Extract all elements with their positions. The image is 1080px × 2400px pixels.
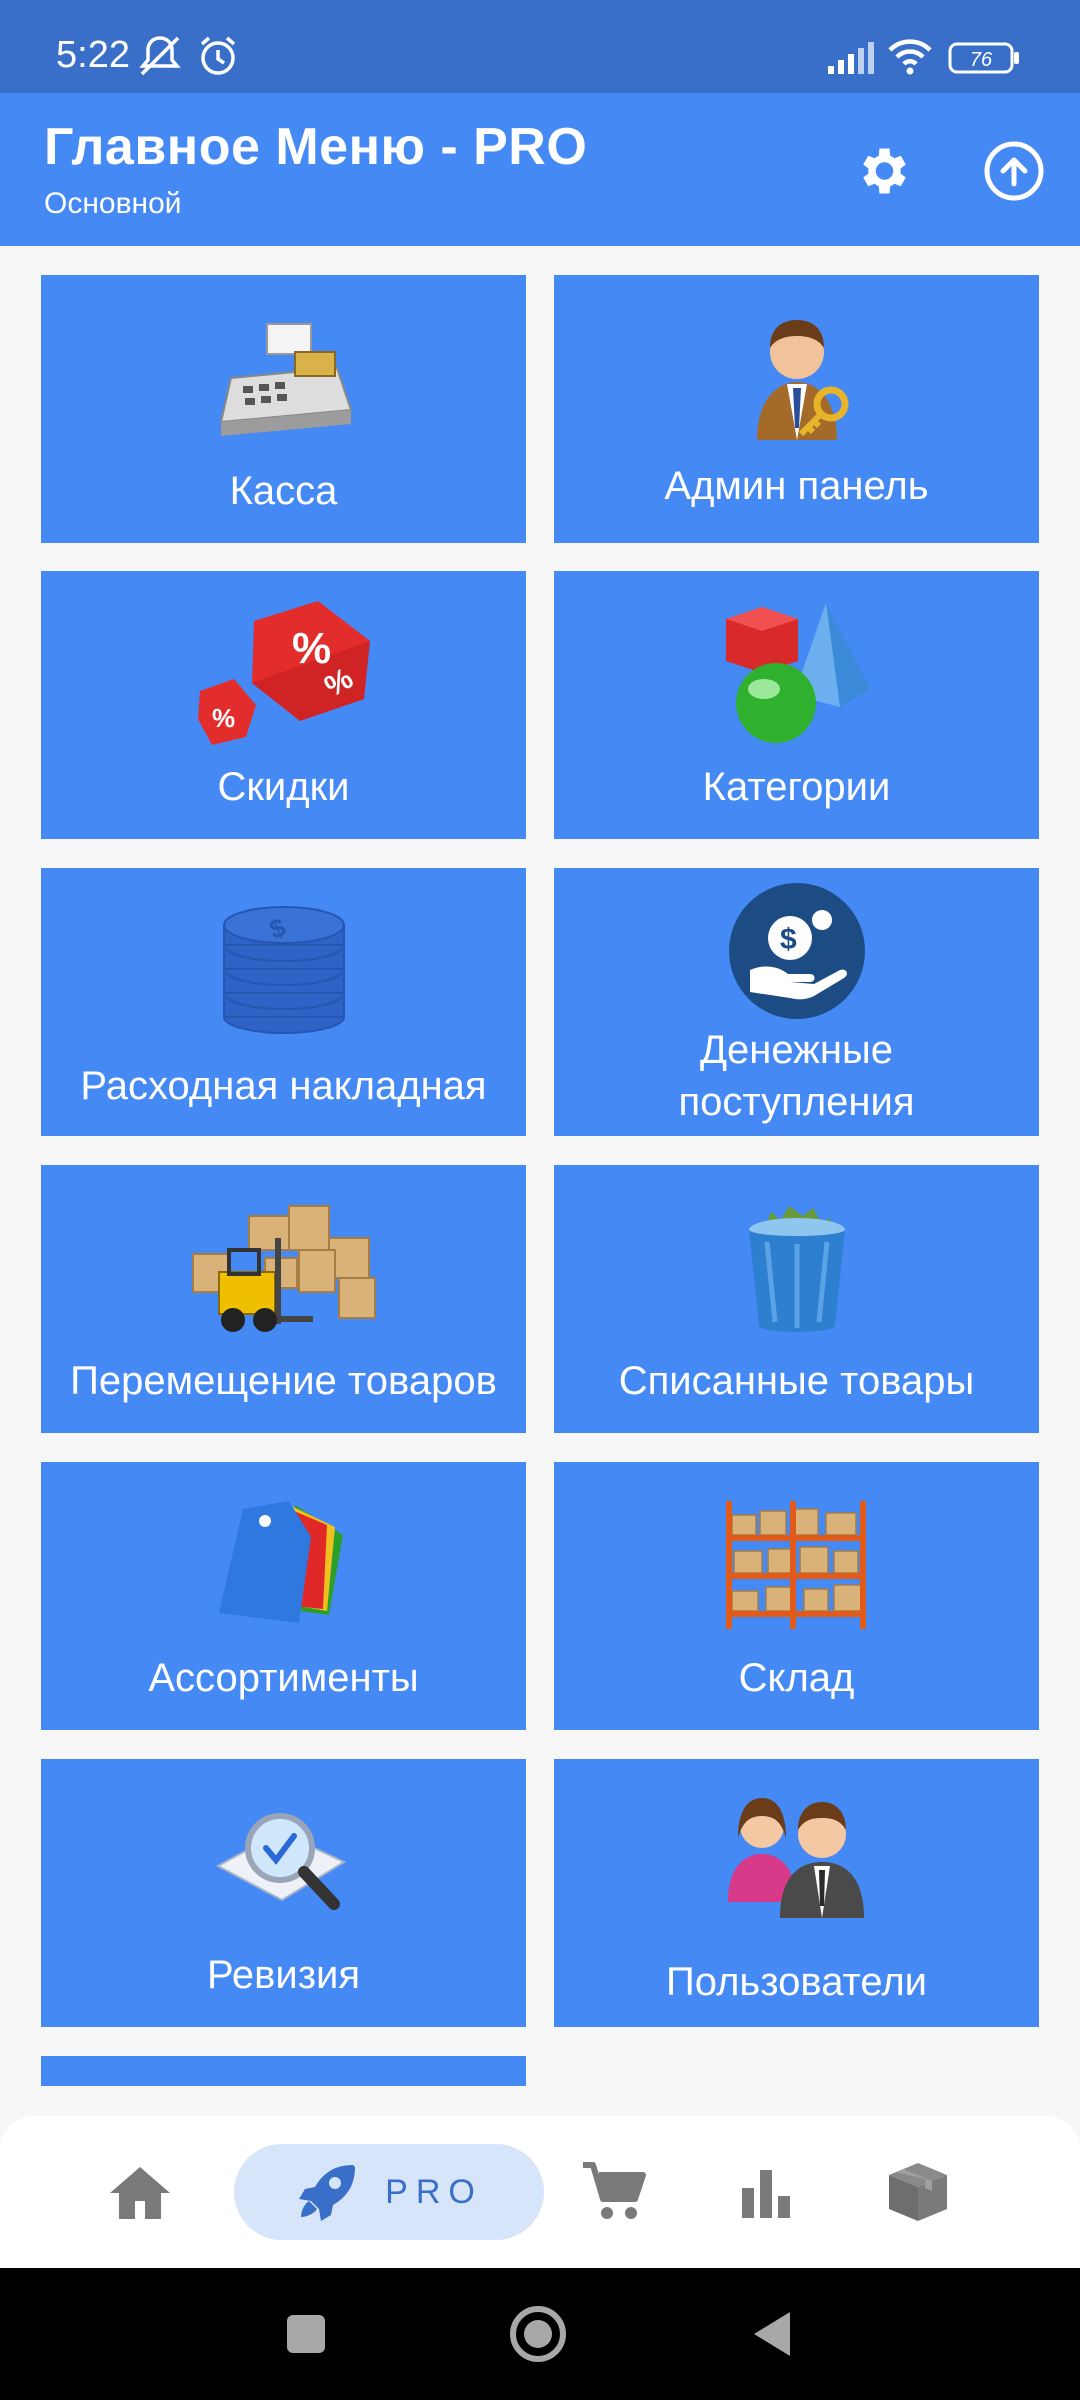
status-bar: 5:22 76: [0, 0, 1080, 93]
nav-home[interactable]: [100, 2144, 180, 2240]
coins-stack-icon: $: [41, 892, 526, 1042]
tile-label: Ревизия: [206, 1953, 361, 1997]
bar-chart-icon: [742, 2170, 790, 2218]
signal-icon: [826, 40, 876, 79]
tile-discounts[interactable]: % % % Скидки: [41, 571, 526, 839]
bell-off-icon: [136, 34, 184, 83]
back-button[interactable]: [736, 2298, 808, 2370]
discount-dice-icon: % % %: [41, 599, 526, 749]
tile-cash-receipts[interactable]: $ Денежные поступления: [554, 868, 1039, 1136]
tile-revision[interactable]: Ревизия: [41, 1759, 526, 2027]
tile-label: Касса: [229, 469, 338, 513]
tile-goods-transfer[interactable]: Перемещение товаров: [41, 1165, 526, 1433]
status-time: 5:22: [56, 34, 130, 76]
nav-products[interactable]: [876, 2144, 960, 2240]
tile-categories[interactable]: Категории: [554, 571, 1039, 839]
forklift-boxes-icon: [41, 1193, 526, 1343]
svg-text:%: %: [292, 624, 331, 673]
shapes-icon: [554, 599, 1039, 749]
nav-pro-label: PRO: [385, 2172, 483, 2211]
nav-pro[interactable]: PRO: [234, 2144, 544, 2240]
cart-icon: [583, 2162, 646, 2219]
settings-button[interactable]: [842, 131, 922, 211]
trash-bin-icon: [554, 1193, 1039, 1343]
battery-icon: 76: [948, 42, 1020, 79]
square-icon: [287, 2315, 325, 2353]
tile-written-off-goods[interactable]: Списанные товары: [554, 1165, 1039, 1433]
home-icon: [110, 2167, 170, 2219]
back-triangle-icon: [754, 2312, 790, 2356]
tile-expense-invoice[interactable]: $ Расходная накладная: [41, 868, 526, 1136]
svg-text:%: %: [212, 703, 235, 733]
cash-register-icon: [41, 303, 526, 453]
upload-button[interactable]: [974, 131, 1054, 211]
wifi-icon: [886, 38, 934, 81]
price-tags-icon: [41, 1490, 526, 1640]
battery-level: 76: [970, 49, 993, 71]
system-navigation-bar: [0, 2268, 1080, 2400]
tile-label: Пользователи: [665, 1960, 928, 2004]
tile-label: Админ панель: [664, 464, 929, 508]
nav-cart[interactable]: [574, 2144, 654, 2240]
tile-label: Расходная накладная: [80, 1064, 487, 1108]
tile-label: Ассортименты: [148, 1656, 419, 1700]
tile-admin-panel[interactable]: Админ панель: [554, 275, 1039, 543]
tile-label: Списанные товары: [618, 1359, 975, 1403]
recents-button[interactable]: [270, 2298, 342, 2370]
bottom-navigation: PRO: [0, 2116, 1080, 2268]
tile-users[interactable]: Пользователи: [554, 1759, 1039, 2027]
users-icon: [554, 1777, 1039, 1927]
svg-text:$: $: [780, 923, 797, 956]
tile-label: Денежные поступления: [678, 1028, 915, 1124]
tile-cash-register[interactable]: Касса: [41, 275, 526, 543]
circle-home-icon: [510, 2306, 566, 2362]
rocket-icon: [299, 2165, 356, 2221]
page-title: Главное Меню - PRO: [44, 118, 588, 176]
page-subtitle: Основной: [44, 187, 182, 220]
warehouse-shelves-icon: [554, 1490, 1039, 1640]
tile-warehouse[interactable]: Склад: [554, 1462, 1039, 1730]
tile-label: Категории: [702, 765, 891, 809]
tile-label: Склад: [738, 1656, 855, 1700]
nav-statistics[interactable]: [726, 2144, 806, 2240]
money-hand-icon: $: [554, 876, 1039, 1026]
upload-circle-icon: [984, 141, 1044, 201]
gear-icon: [863, 148, 906, 194]
box-icon: [889, 2163, 947, 2221]
tile-partial[interactable]: [41, 2056, 526, 2086]
admin-key-icon: [554, 303, 1039, 453]
alarm-icon: [196, 34, 240, 83]
home-system-button[interactable]: [502, 2298, 574, 2370]
tile-label: Перемещение товаров: [70, 1359, 497, 1403]
tile-assortments[interactable]: Ассортименты: [41, 1462, 526, 1730]
tile-label: Скидки: [217, 765, 350, 809]
magnifier-check-icon: [41, 1787, 526, 1937]
app-bar: Главное Меню - PRO Основной: [0, 93, 1080, 246]
